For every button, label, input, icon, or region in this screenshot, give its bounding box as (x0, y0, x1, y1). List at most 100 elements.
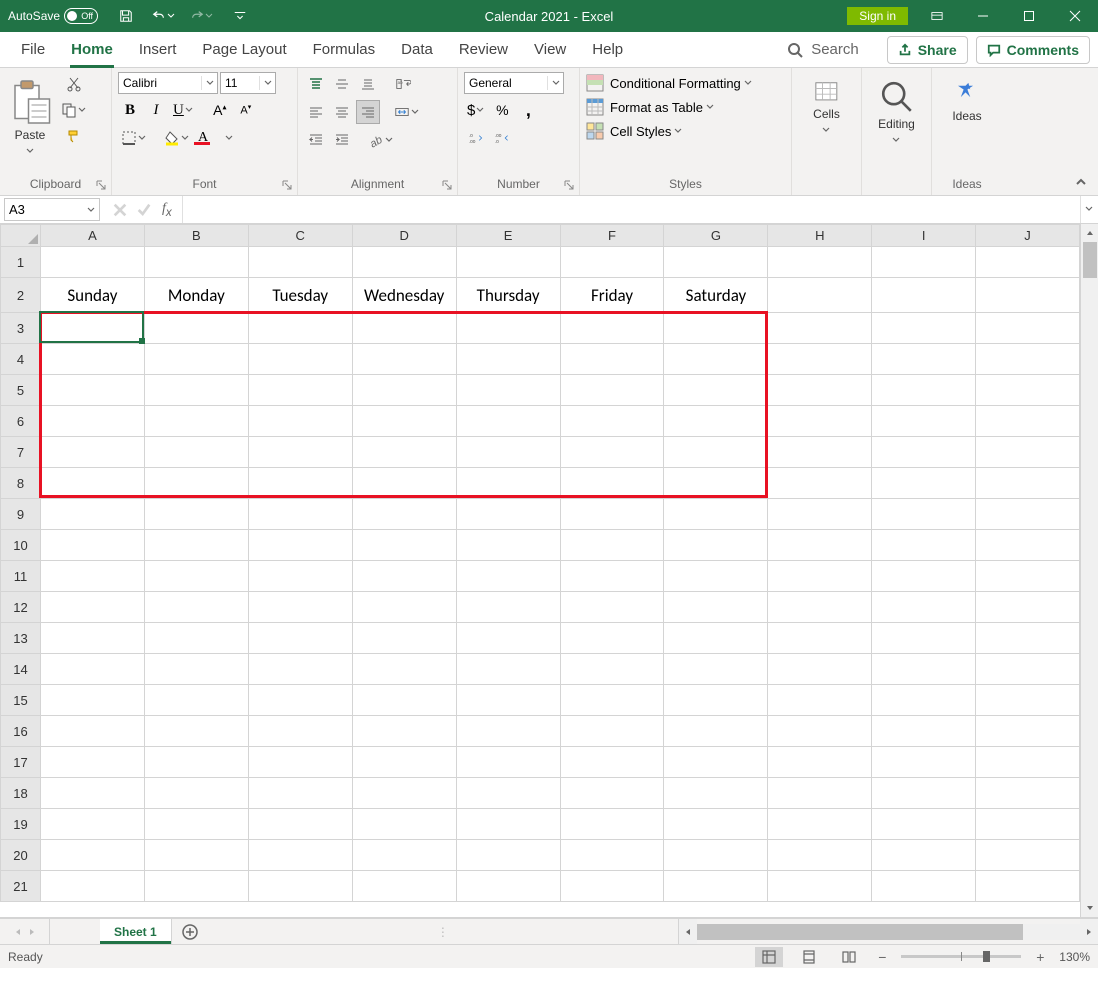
row-header-10[interactable]: 10 (1, 530, 41, 561)
page-break-view-button[interactable] (835, 947, 863, 967)
align-top-button[interactable] (304, 72, 328, 96)
cell-I3[interactable] (872, 313, 976, 344)
maximize-button[interactable] (1006, 0, 1052, 32)
cell-C3[interactable] (248, 313, 352, 344)
cell-B9[interactable] (144, 499, 248, 530)
spreadsheet-grid[interactable]: ABCDEFGHIJ12SundayMondayTuesdayWednesday… (0, 224, 1080, 902)
cell-D20[interactable] (352, 840, 456, 871)
cell-F5[interactable] (560, 375, 664, 406)
cell-D4[interactable] (352, 344, 456, 375)
cell-A1[interactable] (40, 247, 144, 278)
row-header-11[interactable]: 11 (1, 561, 41, 592)
cell-J5[interactable] (976, 375, 1080, 406)
cell-C12[interactable] (248, 592, 352, 623)
cell-J17[interactable] (976, 747, 1080, 778)
cell-F1[interactable] (560, 247, 664, 278)
cell-A5[interactable] (40, 375, 144, 406)
cell-H6[interactable] (768, 406, 872, 437)
cell-D13[interactable] (352, 623, 456, 654)
increase-decimal-button[interactable]: .0.00 (464, 126, 488, 150)
row-header-15[interactable]: 15 (1, 685, 41, 716)
cell-H17[interactable] (768, 747, 872, 778)
column-header-D[interactable]: D (352, 225, 456, 247)
cell-C9[interactable] (248, 499, 352, 530)
cell-B20[interactable] (144, 840, 248, 871)
cell-I4[interactable] (872, 344, 976, 375)
cell-B21[interactable] (144, 871, 248, 902)
cell-E11[interactable] (456, 561, 560, 592)
cell-C20[interactable] (248, 840, 352, 871)
cell-B18[interactable] (144, 778, 248, 809)
cell-J14[interactable] (976, 654, 1080, 685)
tab-splitter[interactable]: ⋮ (434, 919, 452, 944)
cell-G4[interactable] (664, 344, 768, 375)
row-header-3[interactable]: 3 (1, 313, 41, 344)
cell-E19[interactable] (456, 809, 560, 840)
cell-A13[interactable] (40, 623, 144, 654)
cell-A17[interactable] (40, 747, 144, 778)
orientation-button[interactable]: ab (365, 128, 397, 152)
cell-F15[interactable] (560, 685, 664, 716)
cell-E2[interactable]: Thursday (456, 278, 560, 313)
cell-D10[interactable] (352, 530, 456, 561)
cell-D14[interactable] (352, 654, 456, 685)
cell-E15[interactable] (456, 685, 560, 716)
tab-data[interactable]: Data (388, 32, 446, 68)
column-header-E[interactable]: E (456, 225, 560, 247)
cell-B7[interactable] (144, 437, 248, 468)
column-header-A[interactable]: A (40, 225, 144, 247)
row-header-21[interactable]: 21 (1, 871, 41, 902)
cell-H14[interactable] (768, 654, 872, 685)
tab-insert[interactable]: Insert (126, 32, 190, 68)
cell-E7[interactable] (456, 437, 560, 468)
cell-H9[interactable] (768, 499, 872, 530)
column-header-I[interactable]: I (872, 225, 976, 247)
grow-font-button[interactable]: A▴ (208, 98, 232, 122)
clipboard-launcher[interactable] (95, 179, 107, 191)
cell-A4[interactable] (40, 344, 144, 375)
cell-E10[interactable] (456, 530, 560, 561)
alignment-launcher[interactable] (441, 179, 453, 191)
cell-F13[interactable] (560, 623, 664, 654)
zoom-slider[interactable] (901, 955, 1021, 958)
cell-J18[interactable] (976, 778, 1080, 809)
cell-E14[interactable] (456, 654, 560, 685)
cells-button[interactable]: Cells (813, 72, 840, 139)
cell-B19[interactable] (144, 809, 248, 840)
cell-E18[interactable] (456, 778, 560, 809)
cell-E5[interactable] (456, 375, 560, 406)
cell-F10[interactable] (560, 530, 664, 561)
expand-formula-bar[interactable] (1080, 196, 1098, 223)
cell-F2[interactable]: Friday (560, 278, 664, 313)
new-sheet-button[interactable] (172, 919, 208, 944)
cell-J10[interactable] (976, 530, 1080, 561)
cell-J20[interactable] (976, 840, 1080, 871)
cell-I11[interactable] (872, 561, 976, 592)
cell-A10[interactable] (40, 530, 144, 561)
font-size-combo[interactable]: 11 (220, 72, 276, 94)
cell-B4[interactable] (144, 344, 248, 375)
cell-D3[interactable] (352, 313, 456, 344)
cell-G14[interactable] (664, 654, 768, 685)
cell-J15[interactable] (976, 685, 1080, 716)
ribbon-display-options[interactable] (914, 0, 960, 32)
scroll-down-arrow[interactable] (1081, 899, 1098, 917)
cell-A20[interactable] (40, 840, 144, 871)
cell-D6[interactable] (352, 406, 456, 437)
cell-F17[interactable] (560, 747, 664, 778)
cell-J12[interactable] (976, 592, 1080, 623)
borders-button[interactable] (118, 126, 150, 150)
cell-I13[interactable] (872, 623, 976, 654)
undo-button[interactable] (148, 0, 180, 32)
cell-C8[interactable] (248, 468, 352, 499)
format-painter-button[interactable] (58, 124, 90, 148)
cell-D5[interactable] (352, 375, 456, 406)
cell-C17[interactable] (248, 747, 352, 778)
cell-C6[interactable] (248, 406, 352, 437)
cell-C15[interactable] (248, 685, 352, 716)
font-launcher[interactable] (281, 179, 293, 191)
cell-C14[interactable] (248, 654, 352, 685)
cell-I10[interactable] (872, 530, 976, 561)
column-header-H[interactable]: H (768, 225, 872, 247)
cell-C18[interactable] (248, 778, 352, 809)
